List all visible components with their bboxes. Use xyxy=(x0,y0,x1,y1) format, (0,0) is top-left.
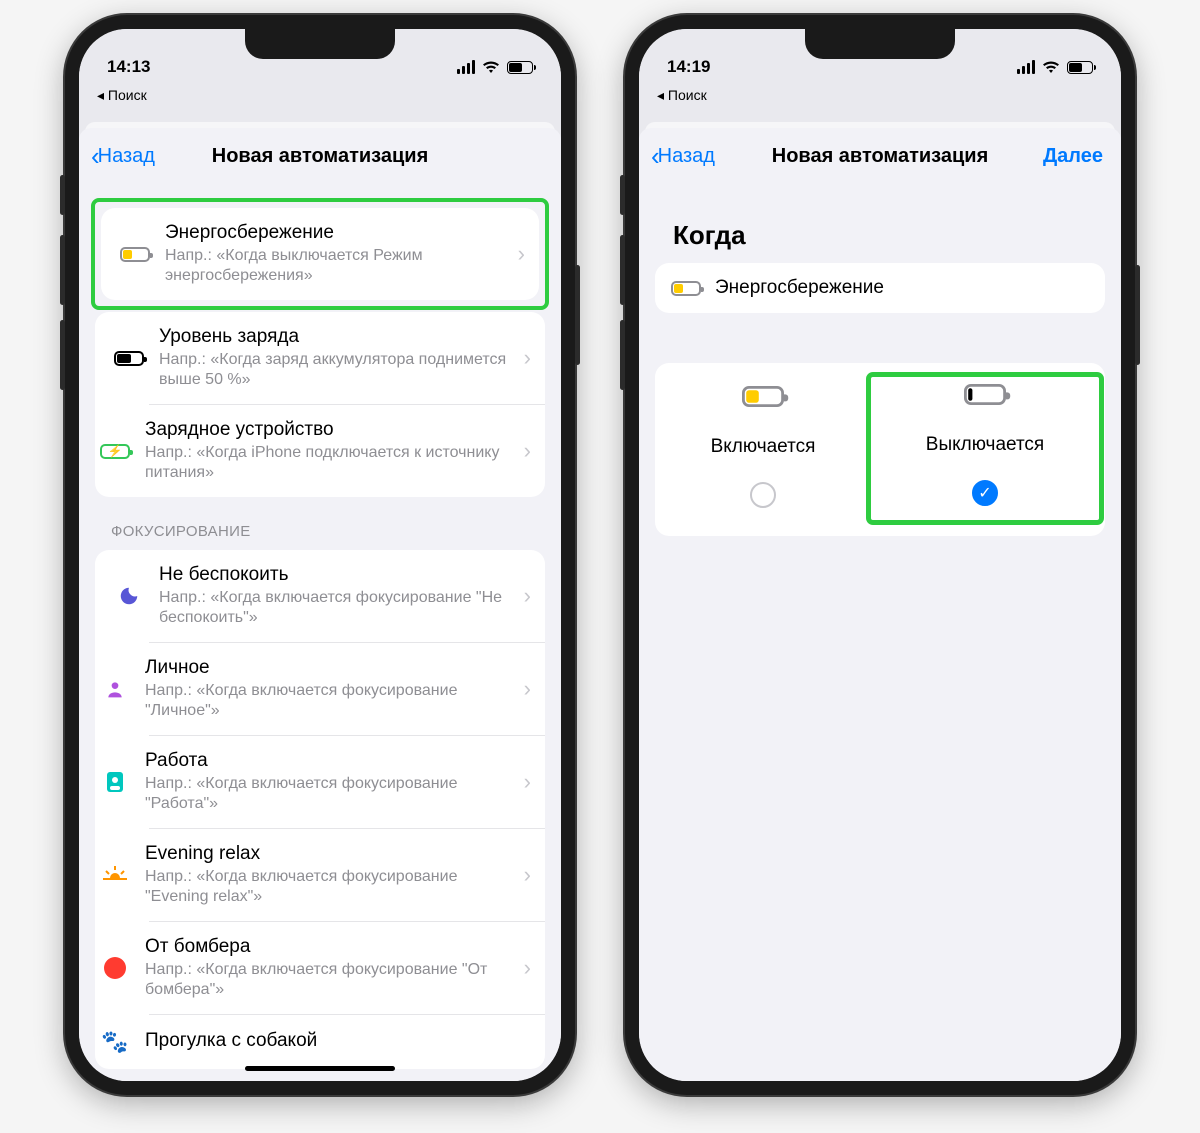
home-indicator[interactable] xyxy=(245,1066,395,1071)
back-button[interactable]: ‹ Назад xyxy=(91,141,155,172)
trigger-row-battery-level[interactable]: Уровень заряда Напр.: «Когда заряд аккум… xyxy=(95,312,545,404)
red-circle-icon xyxy=(95,957,135,979)
battery-low-power-icon xyxy=(115,247,155,262)
row-title: Evening relax xyxy=(145,843,518,865)
focus-row-dogwalk[interactable]: 🐾 Прогулка с собакой xyxy=(149,1014,545,1069)
row-subtitle: Напр.: «Когда включается фокусирование "… xyxy=(159,588,518,628)
page-title: Новая автоматизация xyxy=(772,145,988,168)
moon-icon xyxy=(109,585,149,607)
radio-unchecked[interactable] xyxy=(750,482,776,508)
trigger-label: Энергосбережение xyxy=(715,277,884,299)
focus-row-work[interactable]: Работа Напр.: «Когда включается фокусиро… xyxy=(149,735,545,828)
page-title: Новая автоматизация xyxy=(212,145,428,168)
nav-bar: ‹ Назад Новая автоматизация xyxy=(79,128,561,184)
focus-row-bomber[interactable]: От бомбера Напр.: «Когда включается фоку… xyxy=(149,921,545,1014)
battery-low-power-icon xyxy=(671,281,701,296)
row-subtitle: Напр.: «Когда заряд аккумулятора подниме… xyxy=(159,350,518,390)
row-subtitle: Напр.: «Когда включается фокусирование "… xyxy=(145,774,518,814)
chevron-right-icon: › xyxy=(518,676,531,702)
choice-label: Выключается xyxy=(926,434,1044,456)
status-time: 14:19 xyxy=(667,57,710,77)
row-subtitle: Напр.: «Когда включается фокусирование "… xyxy=(145,681,518,721)
chevron-right-icon: › xyxy=(518,345,531,371)
trigger-row-charger[interactable]: ⚡ Зарядное устройство Напр.: «Когда iPho… xyxy=(149,404,545,497)
status-icons xyxy=(457,60,533,74)
person-icon xyxy=(95,679,135,699)
phone-right: 14:19 ◂ Поиск ‹ Назад Новая автоматизаци… xyxy=(625,15,1135,1095)
selected-trigger-row: Энергосбережение xyxy=(655,263,1105,313)
row-subtitle: Напр.: «Когда iPhone подключается к исто… xyxy=(145,443,518,483)
focus-row-dnd[interactable]: Не беспокоить Напр.: «Когда включается ф… xyxy=(95,550,545,642)
battery-on-icon xyxy=(742,386,784,407)
row-title: Уровень заряда xyxy=(159,326,518,348)
status-time: 14:13 xyxy=(107,57,150,77)
badge-icon xyxy=(95,771,135,793)
charger-icon: ⚡ xyxy=(95,444,135,459)
chevron-right-icon: › xyxy=(518,583,531,609)
row-subtitle: Напр.: «Когда включается фокусирование "… xyxy=(145,867,518,907)
row-title: Зарядное устройство xyxy=(145,419,518,441)
back-button[interactable]: ‹ Назад xyxy=(651,141,715,172)
chevron-right-icon: › xyxy=(518,862,531,888)
row-title: Не беспокоить xyxy=(159,564,518,586)
chevron-right-icon: › xyxy=(512,241,525,267)
highlight-box: Энергосбережение Напр.: «Когда выключает… xyxy=(95,202,545,306)
chevron-right-icon: › xyxy=(518,769,531,795)
back-label: Назад xyxy=(658,145,715,168)
choice-off[interactable]: Выключается ✓ xyxy=(871,377,1099,520)
row-title: Прогулка с собакой xyxy=(145,1030,531,1052)
choice-card: Включается Выключается ✓ xyxy=(655,363,1105,536)
battery-level-icon xyxy=(109,351,149,366)
battery-off-icon xyxy=(964,384,1006,405)
breadcrumb[interactable]: ◂ Поиск xyxy=(639,87,1121,110)
choice-on[interactable]: Включается xyxy=(655,389,871,508)
breadcrumb[interactable]: ◂ Поиск xyxy=(79,87,561,110)
status-icons xyxy=(1017,60,1093,74)
chevron-right-icon: › xyxy=(518,955,531,981)
row-title: Энергосбережение xyxy=(165,222,512,244)
row-subtitle: Напр.: «Когда выключается Режим энергосб… xyxy=(165,246,512,286)
phone-left: 14:13 ◂ Поиск ‹ Назад Новая автоматизаци… xyxy=(65,15,575,1095)
row-subtitle: Напр.: «Когда включается фокусирование "… xyxy=(145,960,518,1000)
next-button[interactable]: Далее xyxy=(1043,145,1103,168)
row-title: Личное xyxy=(145,657,518,679)
sunset-icon xyxy=(95,866,135,884)
paw-icon: 🐾 xyxy=(95,1029,135,1055)
row-title: От бомбера xyxy=(145,936,518,958)
focus-row-personal[interactable]: Личное Напр.: «Когда включается фокусиро… xyxy=(149,642,545,735)
row-title: Работа xyxy=(145,750,518,772)
radio-checked[interactable]: ✓ xyxy=(972,480,998,506)
nav-bar: ‹ Назад Новая автоматизация Далее xyxy=(639,128,1121,184)
back-label: Назад xyxy=(98,145,155,168)
chevron-right-icon: › xyxy=(518,438,531,464)
focus-row-evening[interactable]: Evening relax Напр.: «Когда включается ф… xyxy=(149,828,545,921)
choice-label: Включается xyxy=(711,436,816,458)
section-title-when: Когда xyxy=(655,202,1105,263)
section-header-focus: ФОКУСИРОВАНИЕ xyxy=(95,497,545,550)
trigger-row-low-power[interactable]: Энергосбережение Напр.: «Когда выключает… xyxy=(101,208,539,300)
